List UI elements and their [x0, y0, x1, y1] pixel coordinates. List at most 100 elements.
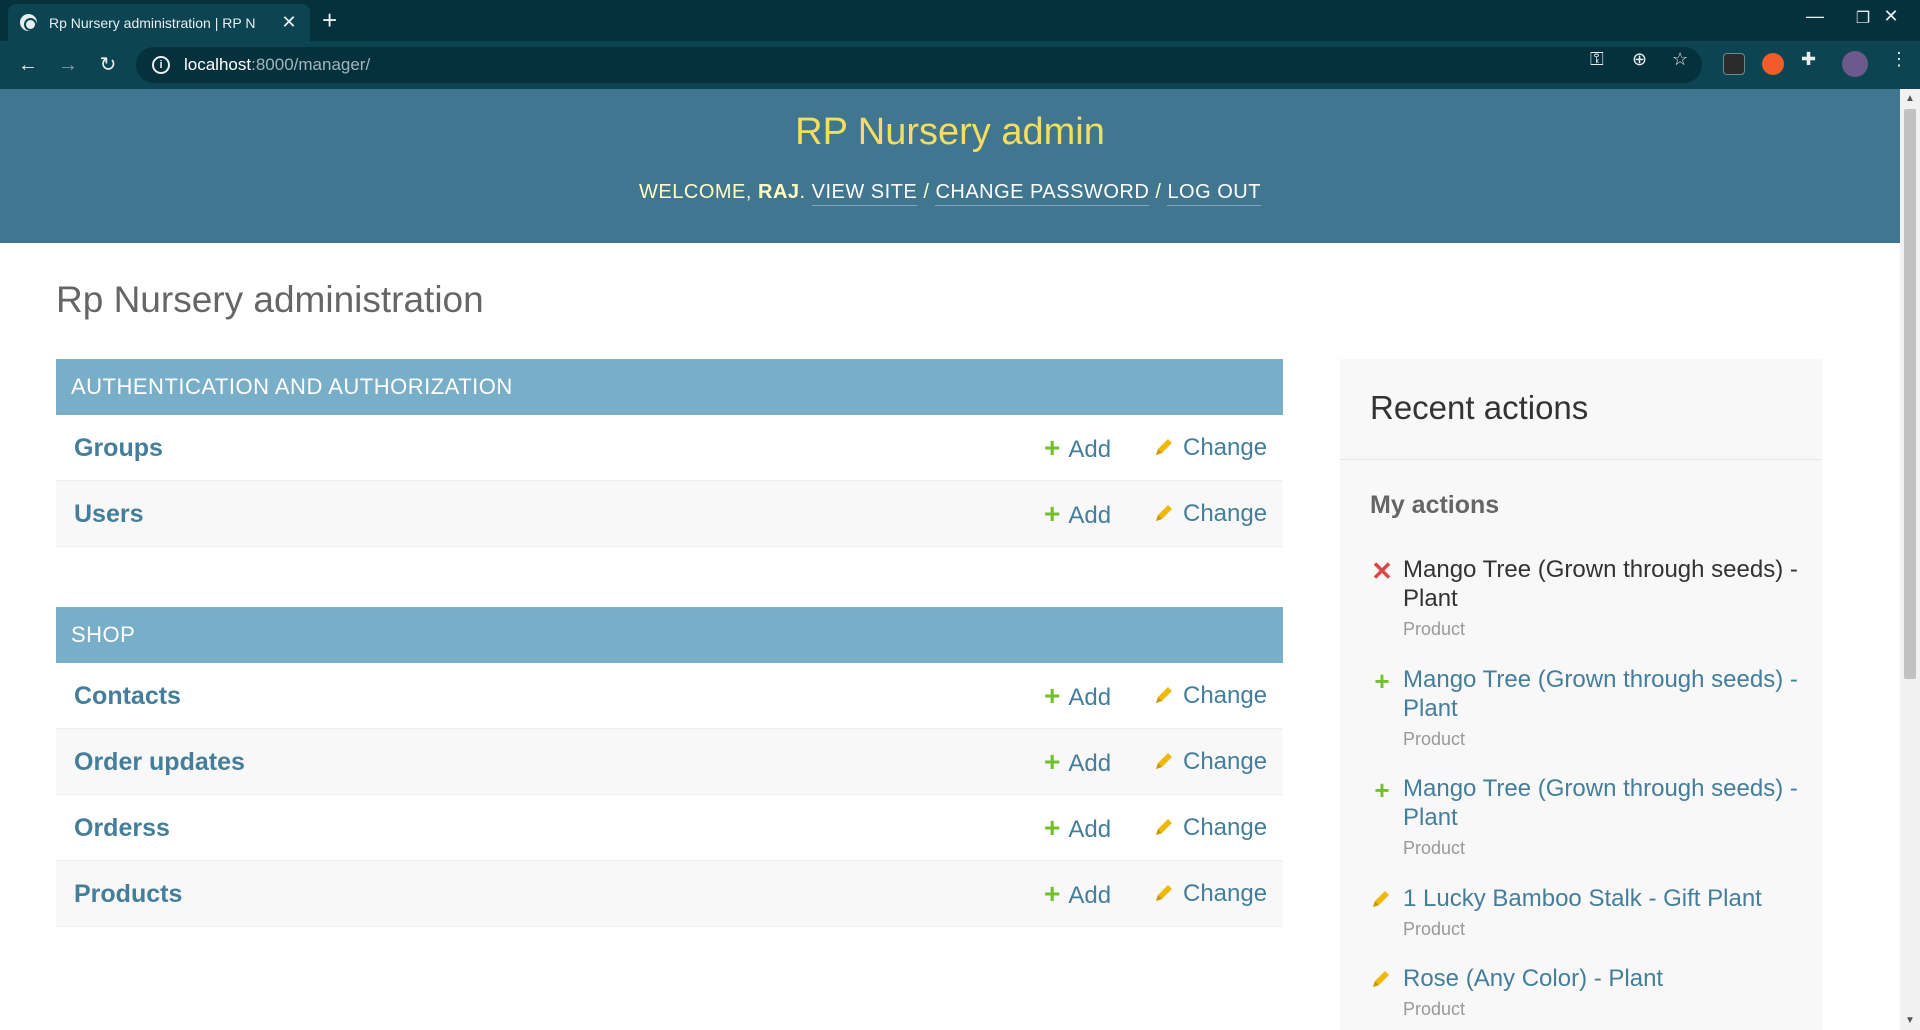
add-link[interactable]: + Add — [1044, 729, 1111, 797]
site-brand[interactable]: RP Nursery admin — [0, 111, 1900, 154]
model-link-order-updates[interactable]: Order updates — [74, 729, 245, 795]
recent-action-name: Mango Tree (Grown through seeds) - Plant — [1403, 556, 1798, 612]
model-link-users[interactable]: Users — [74, 481, 144, 547]
model-link-products[interactable]: Products — [74, 861, 182, 927]
change-password-link[interactable]: Change password — [935, 181, 1150, 206]
bookmark-star-icon[interactable]: ☆ — [1672, 49, 1688, 70]
zoom-icon[interactable]: ⊕ — [1632, 49, 1647, 70]
change-link[interactable]: Change — [1153, 729, 1267, 795]
module-caption[interactable]: Shop — [56, 607, 1283, 663]
recent-action-type: Product — [1403, 619, 1466, 639]
change-link[interactable]: Change — [1153, 861, 1267, 927]
add-label: Add — [1068, 436, 1112, 463]
pencil-icon — [1156, 819, 1172, 835]
change-label: Change — [1183, 682, 1268, 709]
plus-icon: + — [1044, 432, 1061, 463]
welcome-text: Welcome, — [639, 181, 752, 203]
change-link[interactable]: Change — [1153, 795, 1267, 861]
add-link[interactable]: + Add — [1044, 663, 1111, 731]
change-label: Change — [1183, 880, 1268, 907]
module-auth: Authentication and Authorization Groups … — [56, 359, 1283, 547]
plus-icon: + — [1044, 812, 1061, 843]
url-path: :8000/manager/ — [251, 55, 371, 74]
recent-action-link[interactable]: Mango Tree (Grown through seeds) - Plant — [1403, 665, 1803, 723]
view-site-link[interactable]: View site — [811, 181, 918, 206]
add-link[interactable]: + Add — [1044, 481, 1111, 549]
model-row-orderss: Orderss + Add Change — [56, 795, 1283, 861]
close-window-icon[interactable]: ✕ — [1876, 6, 1906, 27]
pencil-icon — [1156, 885, 1172, 901]
pencil-icon — [1156, 439, 1172, 455]
add-label: Add — [1068, 750, 1112, 777]
model-link-contacts[interactable]: Contacts — [74, 663, 181, 729]
browser-tab[interactable]: Rp Nursery administration | RP N ✕ — [8, 4, 310, 41]
module-caption[interactable]: Authentication and Authorization — [56, 359, 1283, 415]
scroll-down-icon[interactable]: ▼ — [1905, 1015, 1915, 1026]
add-link[interactable]: + Add — [1044, 861, 1111, 929]
model-row-users: Users + Add Change — [56, 481, 1283, 547]
pencil-icon — [1373, 891, 1389, 907]
plus-icon: + — [1044, 878, 1061, 909]
reload-icon[interactable]: ↻ — [94, 51, 122, 79]
add-label: Add — [1068, 882, 1112, 909]
address-bar[interactable]: i localhost:8000/manager/ — [136, 47, 1702, 83]
restore-icon[interactable]: ❐ — [1848, 8, 1878, 28]
user-tools: Welcome, Raj. View site / Change passwor… — [0, 181, 1900, 206]
plus-icon: + — [1044, 746, 1061, 777]
add-link[interactable]: + Add — [1044, 795, 1111, 863]
recent-action-link[interactable]: Mango Tree (Grown through seeds) - Plant — [1403, 774, 1803, 832]
plus-icon: + — [1044, 680, 1061, 711]
module-shop: Shop Contacts + Add Change Order updates … — [56, 607, 1283, 927]
my-actions-heading: My actions — [1370, 491, 1500, 519]
recent-actions-panel: Recent actions My actions ✕ Mango Tree (… — [1340, 359, 1822, 1030]
profile-avatar[interactable] — [1842, 51, 1868, 77]
model-row-products: Products + Add Change — [56, 861, 1283, 927]
model-link-orderss[interactable]: Orderss — [74, 795, 170, 861]
change-label: Change — [1183, 434, 1268, 461]
recent-action-type: Product — [1403, 838, 1466, 858]
new-tab-icon[interactable]: + — [322, 6, 337, 34]
minimize-icon[interactable]: — — [1800, 6, 1830, 27]
forward-icon[interactable]: → — [54, 51, 82, 79]
url-host: localhost — [184, 55, 252, 74]
menu-kebab-icon[interactable]: ⋮ — [1890, 49, 1908, 70]
recent-action-link[interactable]: Rose (Any Color) - Plant — [1403, 964, 1803, 993]
site-info-icon[interactable]: i — [152, 56, 170, 74]
extension-icon[interactable] — [1723, 53, 1745, 75]
browser-toolbar: ← → ↻ i localhost:8000/manager/ ⚿ ⊕ ☆ ✚ … — [0, 41, 1920, 89]
pencil-icon — [1156, 687, 1172, 703]
username: Raj — [758, 181, 800, 203]
change-label: Change — [1183, 748, 1268, 775]
puzzle-extensions-icon[interactable]: ✚ — [1801, 49, 1816, 70]
plus-icon: + — [1044, 498, 1061, 529]
change-link[interactable]: Change — [1153, 481, 1267, 547]
model-link-groups[interactable]: Groups — [74, 415, 163, 481]
add-link[interactable]: + Add — [1044, 415, 1111, 483]
change-link[interactable]: Change — [1153, 415, 1267, 481]
close-tab-icon[interactable]: ✕ — [280, 12, 298, 33]
browser-tab-strip: Rp Nursery administration | RP N ✕ + — ❐… — [0, 0, 1920, 41]
page-scrollbar[interactable]: ▲ ▼ — [1900, 89, 1920, 1030]
change-label: Change — [1183, 814, 1268, 841]
module-caption-text: Shop — [71, 622, 136, 647]
change-label: Change — [1183, 500, 1268, 527]
key-icon[interactable]: ⚿ — [1590, 49, 1604, 70]
admin-header: RP Nursery admin Welcome, Raj. View site… — [0, 89, 1900, 243]
pencil-icon — [1156, 505, 1172, 521]
back-icon[interactable]: ← — [14, 51, 42, 79]
scrollbar-thumb[interactable] — [1904, 109, 1916, 679]
pencil-icon — [1373, 971, 1389, 987]
pencil-icon — [1156, 753, 1172, 769]
model-row-contacts: Contacts + Add Change — [56, 663, 1283, 729]
extension-orange-icon[interactable] — [1762, 53, 1784, 75]
add-label: Add — [1068, 816, 1112, 843]
add-label: Add — [1068, 684, 1112, 711]
recent-action-type: Product — [1403, 919, 1466, 939]
scroll-up-icon[interactable]: ▲ — [1905, 93, 1915, 104]
model-row-groups: Groups + Add Change — [56, 415, 1283, 481]
model-row-order-updates: Order updates + Add Change — [56, 729, 1283, 795]
change-link[interactable]: Change — [1153, 663, 1267, 729]
recent-action-link[interactable]: 1 Lucky Bamboo Stalk - Gift Plant — [1403, 884, 1803, 913]
log-out-link[interactable]: Log out — [1167, 181, 1261, 206]
favicon-icon — [20, 14, 37, 31]
